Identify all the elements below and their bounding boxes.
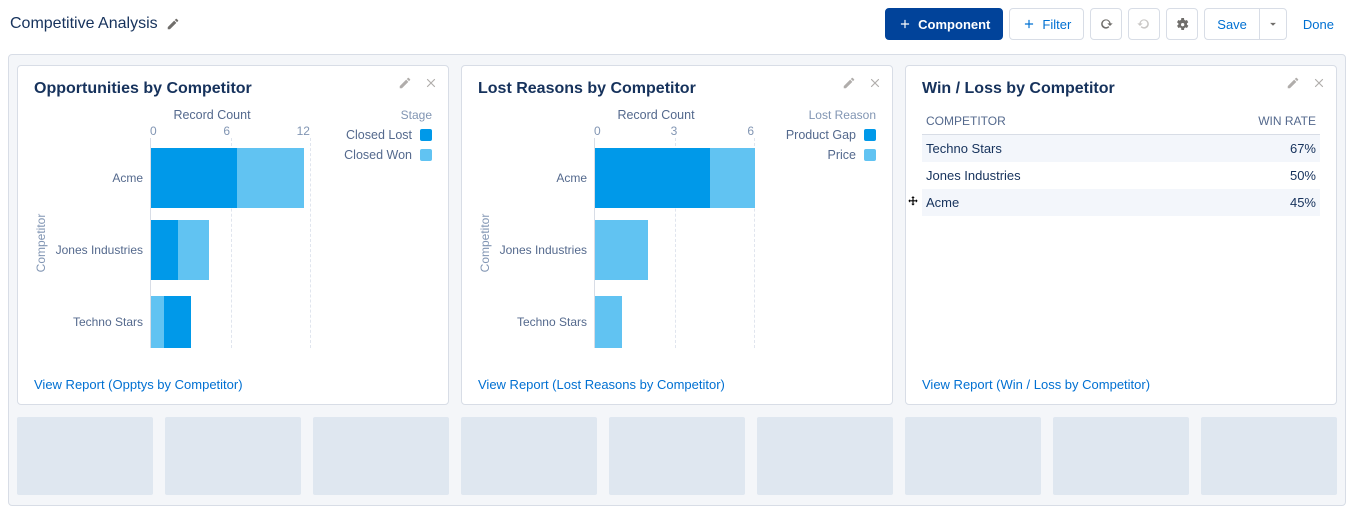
table-row[interactable]: Jones Industries 50% bbox=[922, 162, 1320, 189]
card-lost-reasons-by-competitor[interactable]: Lost Reasons by Competitor Record Count … bbox=[461, 65, 893, 405]
edit-card-icon[interactable] bbox=[842, 76, 856, 93]
card-title: Win / Loss by Competitor bbox=[922, 80, 1320, 98]
grid-slot[interactable] bbox=[1053, 417, 1189, 495]
grid-slot[interactable] bbox=[757, 417, 893, 495]
edit-card-icon[interactable] bbox=[398, 76, 412, 93]
table-row[interactable]: Acme 45% bbox=[922, 189, 1320, 216]
card-opportunities-by-competitor[interactable]: Opportunities by Competitor Record Count… bbox=[17, 65, 449, 405]
undo-button[interactable] bbox=[1090, 8, 1122, 40]
grid-slot[interactable] bbox=[1201, 417, 1337, 495]
add-filter-button[interactable]: Filter bbox=[1009, 8, 1084, 40]
redo-button[interactable] bbox=[1128, 8, 1160, 40]
grid-slot[interactable] bbox=[165, 417, 301, 495]
view-report-link[interactable]: View Report (Opptys by Competitor) bbox=[34, 377, 432, 392]
chart-xlabel: Record Count bbox=[548, 108, 764, 122]
legend-swatch bbox=[420, 129, 432, 141]
view-report-link[interactable]: View Report (Win / Loss by Competitor) bbox=[922, 377, 1320, 392]
edit-card-icon[interactable] bbox=[1286, 76, 1300, 93]
save-dropdown-button[interactable] bbox=[1259, 8, 1287, 40]
chart-legend: Stage Closed Lost Closed Won bbox=[320, 108, 432, 348]
grid-slot[interactable] bbox=[17, 417, 153, 495]
settings-button[interactable] bbox=[1166, 8, 1198, 40]
empty-grid-row bbox=[17, 417, 1337, 495]
col-win-rate: WIN RATE bbox=[1165, 108, 1320, 135]
chart-bars: 0 6 12 Competitor Acme bbox=[150, 124, 310, 348]
card-title: Opportunities by Competitor bbox=[34, 80, 432, 98]
header-actions: Component Filter Save Done bbox=[885, 8, 1344, 40]
col-competitor: COMPETITOR bbox=[922, 108, 1165, 135]
grid-slot[interactable] bbox=[905, 417, 1041, 495]
legend-swatch bbox=[864, 129, 876, 141]
legend-swatch bbox=[420, 149, 432, 161]
add-component-button[interactable]: Component bbox=[885, 8, 1003, 40]
win-loss-table: COMPETITOR WIN RATE Techno Stars 67% Jon… bbox=[922, 108, 1320, 216]
dashboard-canvas: Opportunities by Competitor Record Count… bbox=[8, 54, 1346, 506]
grid-slot[interactable] bbox=[313, 417, 449, 495]
remove-card-icon[interactable] bbox=[1312, 76, 1326, 93]
grid-slot[interactable] bbox=[609, 417, 745, 495]
chart-legend: Lost Reason Product Gap Price bbox=[764, 108, 876, 348]
card-win-loss-by-competitor[interactable]: Win / Loss by Competitor COMPETITOR WIN … bbox=[905, 65, 1337, 405]
add-filter-label: Filter bbox=[1042, 17, 1071, 32]
dashboard-title: Competitive Analysis bbox=[10, 15, 158, 33]
save-button[interactable]: Save bbox=[1204, 8, 1259, 40]
dashboard-header: Competitive Analysis Component Filter Sa… bbox=[0, 0, 1354, 54]
legend-swatch bbox=[864, 149, 876, 161]
remove-card-icon[interactable] bbox=[868, 76, 882, 93]
view-report-link[interactable]: View Report (Lost Reasons by Competitor) bbox=[478, 377, 876, 392]
move-icon bbox=[906, 195, 920, 209]
remove-card-icon[interactable] bbox=[424, 76, 438, 93]
grid-slot[interactable] bbox=[461, 417, 597, 495]
chart-bars: 0 3 6 Competitor Acme bbox=[594, 124, 754, 348]
add-component-label: Component bbox=[918, 17, 990, 32]
card-title: Lost Reasons by Competitor bbox=[478, 80, 876, 98]
table-row[interactable]: Techno Stars 67% bbox=[922, 135, 1320, 163]
edit-title-icon[interactable] bbox=[166, 17, 180, 31]
done-button[interactable]: Done bbox=[1293, 17, 1344, 32]
chart-xlabel: Record Count bbox=[104, 108, 320, 122]
